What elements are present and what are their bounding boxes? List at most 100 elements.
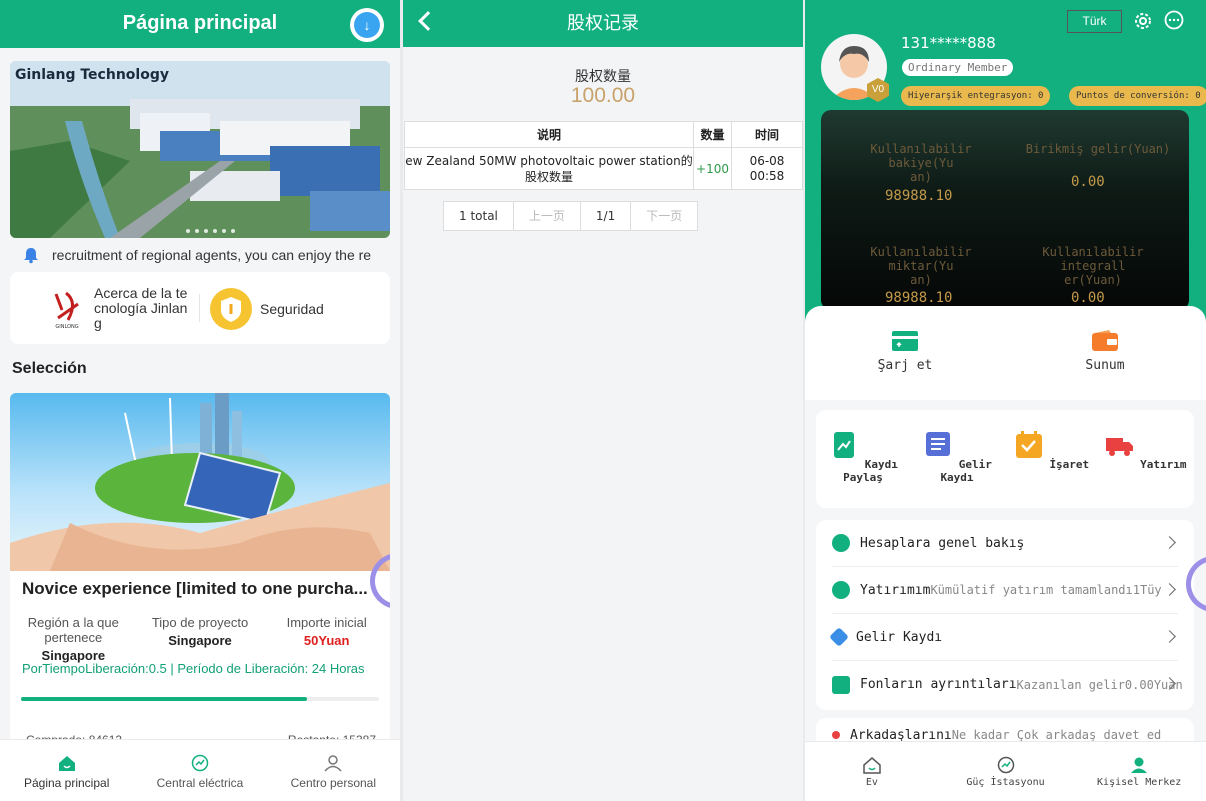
user-phone: 131*****888 [901,34,996,52]
chart-icon [834,432,855,458]
tab-personal[interactable]: Centro personal [267,740,400,801]
tab-power-station[interactable]: Central eléctrica [133,740,266,801]
chevron-right-icon [1163,583,1176,596]
next-page-button[interactable]: 下一页 [631,202,697,230]
tab-guc-istasyonu[interactable]: Güç İstasyonu [939,742,1073,801]
feature-grid: Kaydı Paylaş Gelir Kaydı İşaret Yatırım [816,410,1194,508]
chevron-right-icon [1163,536,1176,549]
progress-fill [21,697,308,701]
sign-in-label: İşaret [1049,458,1090,471]
about-label: Acerca de la te cnología Jinlan g [94,285,188,331]
back-icon[interactable] [418,11,438,31]
banner-carousel[interactable]: Ginlang Technology [10,61,390,238]
type-label: Tipo de proyecto [151,615,249,630]
product-title: Novice experience [limited to one purcha… [22,579,368,598]
action-card: Şarj et Sunum [805,306,1206,400]
carousel-dots[interactable] [186,229,235,233]
region-label: Región a la que pertenece [27,615,119,645]
income-record-button[interactable]: Gelir Kaydı [912,430,1002,484]
row-desc: ew Zealand 50MW photovoltaic power stati… [404,147,694,190]
share-record-label: Kaydı Paylaş [843,458,898,484]
user-icon [1131,757,1148,773]
station-icon [997,756,1014,774]
prev-page-button[interactable]: 上一页 [514,202,581,230]
security-link[interactable]: Seguridad [210,288,324,330]
list-item-fund-details[interactable]: Fonların ayrıntıları Kazanılan gelir0.00… [832,661,1183,708]
pagination: 1 total 上一页 1/1 下一页 [443,201,699,231]
invite-value: Ne kadar Çok arkadaş davet ed [951,728,1162,742]
progress-bar [21,697,379,701]
home-screen: Página principal ↓ Ginlang Technology re… [0,0,400,801]
list-item-income-record[interactable]: Gelir Kaydı [829,614,1178,661]
notice-bar[interactable]: recruitment of regional agents, you can … [22,244,382,266]
tab-personal-label: Centro personal [290,776,377,790]
sign-in-button[interactable]: İşaret [1006,430,1096,471]
row-time: 06-08 00:58 [731,147,803,190]
list-item-accounts-overview[interactable]: Hesaplara genel bakış [832,520,1178,567]
page-indicator: 1/1 [581,202,632,230]
available-integral-value: 0.00 [1071,290,1105,306]
language-button[interactable]: Türk [1067,10,1122,33]
calendar-check-icon [1015,431,1042,458]
product-card[interactable]: Novice experience [limited to one purcha… [10,393,390,743]
personal-center-screen: Türk V0 131*****888 Ordinary Member Hiye… [805,0,1206,801]
home-icon [58,756,75,771]
equity-title: 股权记录 [567,13,639,34]
gear-icon[interactable] [1132,10,1154,32]
withdraw-button[interactable]: Sunum [1055,330,1155,373]
shield-icon [210,288,252,330]
document-icon [926,432,951,456]
qty-label: 股权数量 [575,69,631,85]
member-level: Ordinary Member [902,59,1014,76]
list-item-my-investment[interactable]: Yatırımım Kümülatif yatırım tamamlandı1T… [832,567,1178,614]
list-item-label: Fonların ayrıntıları [860,677,1017,692]
profile-header: Türk V0 131*****888 Ordinary Member Hiye… [805,0,1206,330]
diamond-icon [829,627,849,647]
equity-header: 股权记录 [403,0,803,47]
factory-photo [10,61,390,238]
list-item-label: Yatırımım [860,582,931,598]
tab-ev[interactable]: Ev [805,742,939,801]
svg-text:GINLONG: GINLONG [55,324,78,330]
income-record-label: Gelir Kaydı [940,458,992,484]
available-balance-value: 98988.10 [885,188,953,204]
investment-button[interactable]: Yatırım [1100,430,1190,471]
headset-icon[interactable] [1186,556,1206,612]
page-title: Página principal [122,12,278,34]
truck-icon [1105,438,1133,456]
quick-links: GINLONG Acerca de la te cnología Jinlan … [10,272,390,344]
section-title: Selección [12,360,87,377]
amount-value: 50Yuan [303,633,350,648]
col-desc: 说明 [404,121,694,148]
about-link[interactable]: GINLONG Acerca de la te cnología Jinlan … [48,286,198,331]
integration-pill: Hiyerarşik entegrasyon: 0 [901,86,1051,106]
total-count: 1 total [444,202,514,230]
tab-power-station-label: Central eléctrica [156,776,244,790]
bell-icon [24,248,38,264]
list-item-label: Gelir Kaydı [856,629,943,645]
chat-icon[interactable] [1163,10,1185,32]
home-tabbar: Página principal Central eléctrica Centr… [0,739,400,801]
security-label: Seguridad [260,300,324,317]
dot-icon [832,731,840,739]
tab-home-label: Página principal [23,776,110,790]
station-icon [191,754,209,772]
list-item-label: Hesaplara genel bakış [860,535,1025,551]
card-icon [892,331,918,351]
dollar-icon [832,581,850,599]
recharge-label: Şarj et [877,358,933,373]
tab-guc-istasyonu-label: Güç İstasyonu [966,777,1045,788]
tab-kisisel-merkez[interactable]: Kişisel Merkez [1072,742,1206,801]
share-record-button[interactable]: Kaydı Paylaş [818,430,908,484]
equity-table: 说明 数量 时间 ew Zealand 50MW photovoltaic po… [404,121,803,190]
equity-screen: 股权记录 股权数量 100.00 说明 数量 时间 ew Zealand 50M… [403,0,803,801]
accumulated-income-label: Birikmiş gelir(Yuan) [1025,142,1171,156]
home-header: Página principal ↓ [0,0,400,48]
table-row: ew Zealand 50MW photovoltaic power stati… [404,147,803,190]
banner-brand: Ginlang Technology [15,67,169,83]
wallet-icon [1092,330,1118,351]
recharge-button[interactable]: Şarj et [855,330,955,373]
download-button[interactable]: ↓ [350,8,384,42]
withdraw-label: Sunum [1085,358,1125,373]
tab-home[interactable]: Página principal [0,740,133,801]
